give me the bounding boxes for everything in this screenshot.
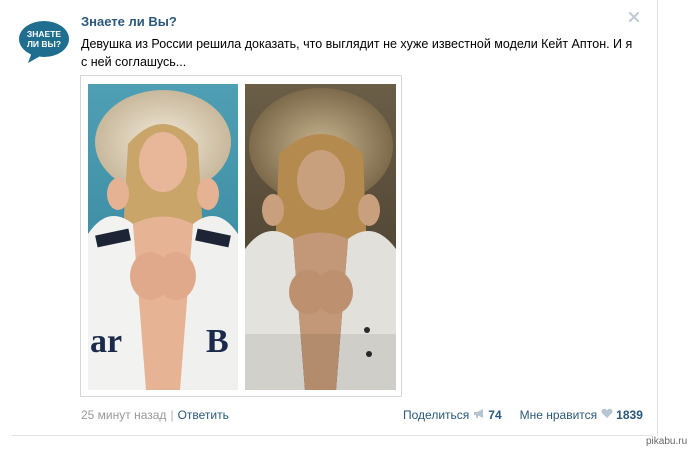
megaphone-icon [473, 408, 485, 422]
heart-icon [601, 408, 613, 422]
meta-separator: | [170, 408, 174, 422]
reply-link[interactable]: Ответить [178, 408, 229, 422]
share-button[interactable]: Поделиться 74 [403, 408, 502, 422]
avatar-text-line1: ЗНАЕТЕ [27, 29, 61, 39]
watermark: pikabu.ru [646, 436, 688, 447]
community-avatar[interactable]: ЗНАЕТЕ ЛИ ВЫ? [18, 19, 70, 65]
page: ЗНАЕТЕ ЛИ ВЫ? Знаете ли Вы? Девушка из Р… [0, 0, 700, 454]
share-count: 74 [488, 408, 502, 422]
post-author-link[interactable]: Знаете ли Вы? [81, 14, 177, 29]
post-actions: Поделиться 74 Мне нравится 1839 [403, 408, 643, 422]
close-icon[interactable] [628, 10, 640, 23]
post-time[interactable]: 25 минут назад [81, 408, 166, 422]
photo-model-magazine-cover-icon[interactable]: ar B [88, 84, 238, 390]
photo-attachment[interactable]: ar B [80, 75, 402, 397]
avatar-text-line2: ЛИ ВЫ? [27, 39, 61, 49]
post-divider [12, 435, 652, 436]
post-text: Девушка из России решила доказать, что в… [81, 37, 633, 69]
like-count: 1839 [616, 408, 643, 422]
speech-bubble-logo-icon: ЗНАЕТЕ ЛИ ВЫ? [19, 21, 69, 63]
like-button[interactable]: Мне нравится 1839 [520, 408, 643, 422]
cover-text: ar [90, 323, 122, 360]
photo-girl-selfie-icon[interactable] [245, 84, 396, 390]
like-label: Мне нравится [519, 408, 598, 422]
share-label: Поделиться [403, 408, 470, 422]
cover-text-right: B [206, 323, 229, 360]
post-meta: 25 минут назад | Ответить [81, 408, 229, 422]
post-card: ЗНАЕТЕ ЛИ ВЫ? Знаете ли Вы? Девушка из Р… [0, 0, 658, 436]
